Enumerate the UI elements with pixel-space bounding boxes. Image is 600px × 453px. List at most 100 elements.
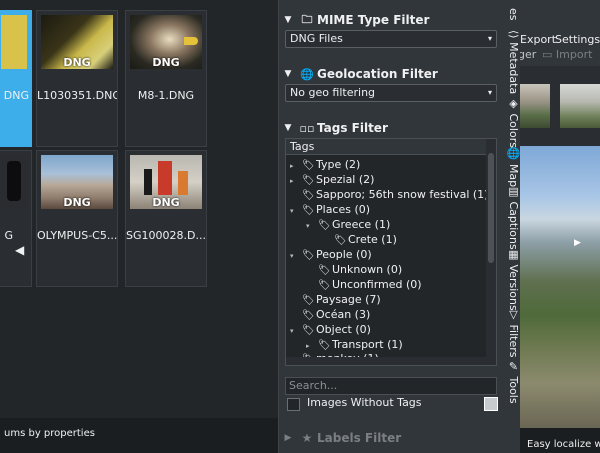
filters-panel: ▼ 🗀 MIME Type Filter DNG Files ▾ ▼ 🌐 Geo… (278, 0, 505, 453)
tag-icon: 🏷 (302, 205, 315, 216)
thumbnail-tile[interactable]: DNG OLYMPUS-C5... (36, 150, 118, 287)
tag-label: Spezial (2) (316, 173, 375, 186)
export-button[interactable]: Export (520, 33, 556, 46)
tag-label: Greece (1) (332, 218, 391, 231)
tag-item[interactable]: 🏷Unknown (0) (306, 262, 402, 277)
globe-icon: 🌐 (507, 147, 520, 161)
tag-label: Unknown (0) (332, 263, 403, 276)
expand-arrow-icon[interactable]: ▾ (290, 204, 302, 219)
images-without-tags-checkbox[interactable] (287, 398, 300, 411)
tag-icon: 🏷 (334, 235, 347, 246)
expand-arrow-icon[interactable]: ▾ (290, 324, 302, 339)
tag-label: Paysage (7) (316, 293, 381, 306)
tag-item[interactable]: ▾ 🏷Places (0) (290, 202, 370, 217)
mime-filter-header[interactable]: ▼ 🗀 MIME Type Filter (279, 9, 505, 31)
tags-search-input[interactable]: Search... (285, 377, 497, 395)
play-icon[interactable]: ▶ (574, 238, 581, 248)
expand-arrow-icon[interactable]: ▾ (306, 219, 318, 234)
thumbnail-tile[interactable]: DNG M8-1.DNG (125, 10, 207, 147)
sidebar-tab-tools[interactable]: ✎ Tools (504, 360, 520, 404)
expand-arrow-icon[interactable]: ▾ (290, 249, 302, 264)
import-button[interactable]: ▭ Import (542, 48, 592, 61)
thumbnail-tile[interactable]: G ◀ (0, 150, 32, 287)
tag-item[interactable]: 🏷Crete (1) (322, 232, 397, 247)
sidebar-tab-colors[interactable]: ◈ Colors (504, 97, 520, 148)
preview-image[interactable]: ▶ (520, 146, 600, 428)
mime-type-select[interactable]: DNG Files ▾ (285, 30, 497, 48)
tags-horizontal-scrollbar[interactable] (286, 357, 486, 365)
sidebar-tab-map[interactable]: 🌐 Map (504, 147, 520, 187)
tag-item[interactable]: 🏷Sapporo; 56th snow festival (1) (290, 187, 488, 202)
tag-item[interactable]: ▾ 🏷Object (0) (290, 322, 371, 337)
expand-arrow-icon[interactable]: ▶ (279, 433, 297, 443)
tag-item[interactable]: 🏷Océan (3) (290, 307, 370, 322)
tag-item[interactable]: 🏷Paysage (7) (290, 292, 381, 307)
thumbnail-grid[interactable]: DNG DNG L1030351.DNG DNG M8-1.DNG G ◀ DN… (0, 0, 278, 418)
tag-icon: 🏷 (318, 280, 331, 291)
import-icon: ▭ (542, 48, 553, 61)
collapse-arrow-icon[interactable]: ▼ (279, 15, 297, 25)
sidebar-tab-properties[interactable]: es (504, 8, 520, 21)
tags-filter-header[interactable]: ▼ ▫▫ Tags Filter (279, 117, 505, 139)
tag-label: Transport (1) (332, 338, 403, 351)
tag-icon: 🏷 (302, 310, 315, 321)
tag-item[interactable]: ▸ 🏷Type (2) (290, 157, 360, 172)
geolocation-value: No geo filtering (290, 86, 376, 99)
sidebar-tab-filters[interactable]: ▽ Filters (504, 308, 520, 357)
tag-icon: 🏷 (302, 190, 315, 201)
tag-item[interactable]: 🏷Unconfirmed (0) (306, 277, 422, 292)
scrollbar-thumb[interactable] (488, 153, 494, 263)
collapse-arrow-icon[interactable]: ▼ (279, 69, 297, 79)
tag-icon: 🏷 (302, 160, 315, 171)
thumbnail-tile[interactable]: DNG (0, 10, 32, 147)
sidebar-tab-label: Captions (507, 201, 520, 250)
thumbnail-filename: G (4, 229, 13, 242)
geolocation-filter-header[interactable]: ▼ 🌐 Geolocation Filter (279, 63, 505, 85)
toolbar-label: ger (520, 48, 537, 61)
thumbnail-tile[interactable]: DNG SG100028.D... (125, 150, 207, 287)
labels-filter-header[interactable]: ▶ ★ Labels Filter (279, 428, 505, 448)
sidebar-tab-versions[interactable]: ▦ Versions (504, 248, 520, 311)
tag-item[interactable]: ▸ 🏷Transport (1) (306, 337, 403, 352)
thumbnail-image: DNG (41, 15, 113, 69)
tag-icon: 🏷 (318, 265, 331, 276)
tags-tree[interactable]: Tags ▸ 🏷Type (2) ▸ 🏷Spezial (2) 🏷Sapporo; … (285, 138, 497, 366)
file-type-badge: DNG (63, 196, 91, 209)
import-label: Import (555, 48, 593, 61)
tags-vertical-scrollbar[interactable] (486, 139, 496, 365)
thumbnail-filename: M8-1.DNG (137, 89, 195, 102)
tag-icon: 🏷 (302, 175, 315, 186)
thumbnail-tile[interactable]: DNG L1030351.DNG (36, 10, 118, 147)
sidebar-tab-label: Filters (507, 324, 520, 358)
tag-item[interactable]: ▾ 🏷People (0) (290, 247, 372, 262)
preview-area: Export Settings ger ▭ Import ▶ Easy loca… (520, 0, 600, 453)
sidebar-tab-captions[interactable]: ▤ Captions (504, 185, 520, 250)
folder-icon: 🗀 (301, 12, 313, 26)
tags-icon: ▫▫ (299, 121, 315, 135)
right-sidebar-tabs: es ⟨⟩ Metadata ◈ Colors 🌐 Map ▤ Captions… (504, 0, 520, 453)
strip-thumbnail[interactable] (560, 84, 600, 128)
settings-button[interactable]: Settings (555, 33, 600, 46)
tag-item[interactable]: ▾ 🏷Greece (1) (306, 217, 390, 232)
metadata-icon: ⟨⟩ (507, 30, 520, 39)
thumbnail-image: DNG (130, 15, 202, 69)
tags-options-button[interactable] (484, 397, 498, 411)
thumbnail-filename: OLYMPUS-C5... (37, 229, 117, 242)
geolocation-filter-title: Geolocation Filter (317, 67, 438, 81)
tag-label: Crete (1) (348, 233, 397, 246)
thumbnail-strip[interactable] (520, 66, 600, 146)
versions-icon: ▦ (507, 248, 520, 261)
collapse-arrow-icon[interactable]: ▼ (279, 123, 297, 133)
status-text: ums by properties (4, 428, 95, 439)
globe-icon: 🌐 (300, 67, 314, 81)
tags-column-header: Tags (286, 139, 486, 155)
geolocation-select[interactable]: No geo filtering ▾ (285, 84, 497, 102)
tag-item[interactable]: ▸ 🏷Spezial (2) (290, 172, 374, 187)
sidebar-tab-metadata[interactable]: ⟨⟩ Metadata (504, 30, 520, 94)
strip-thumbnail[interactable] (520, 84, 550, 128)
file-type-badge: DNG (152, 56, 180, 69)
star-icon: ★ (301, 431, 313, 445)
tags-filter-title: Tags Filter (317, 121, 388, 135)
tag-icon: 🏷 (302, 295, 315, 306)
play-arrow-icon[interactable]: ◀ (15, 243, 24, 257)
